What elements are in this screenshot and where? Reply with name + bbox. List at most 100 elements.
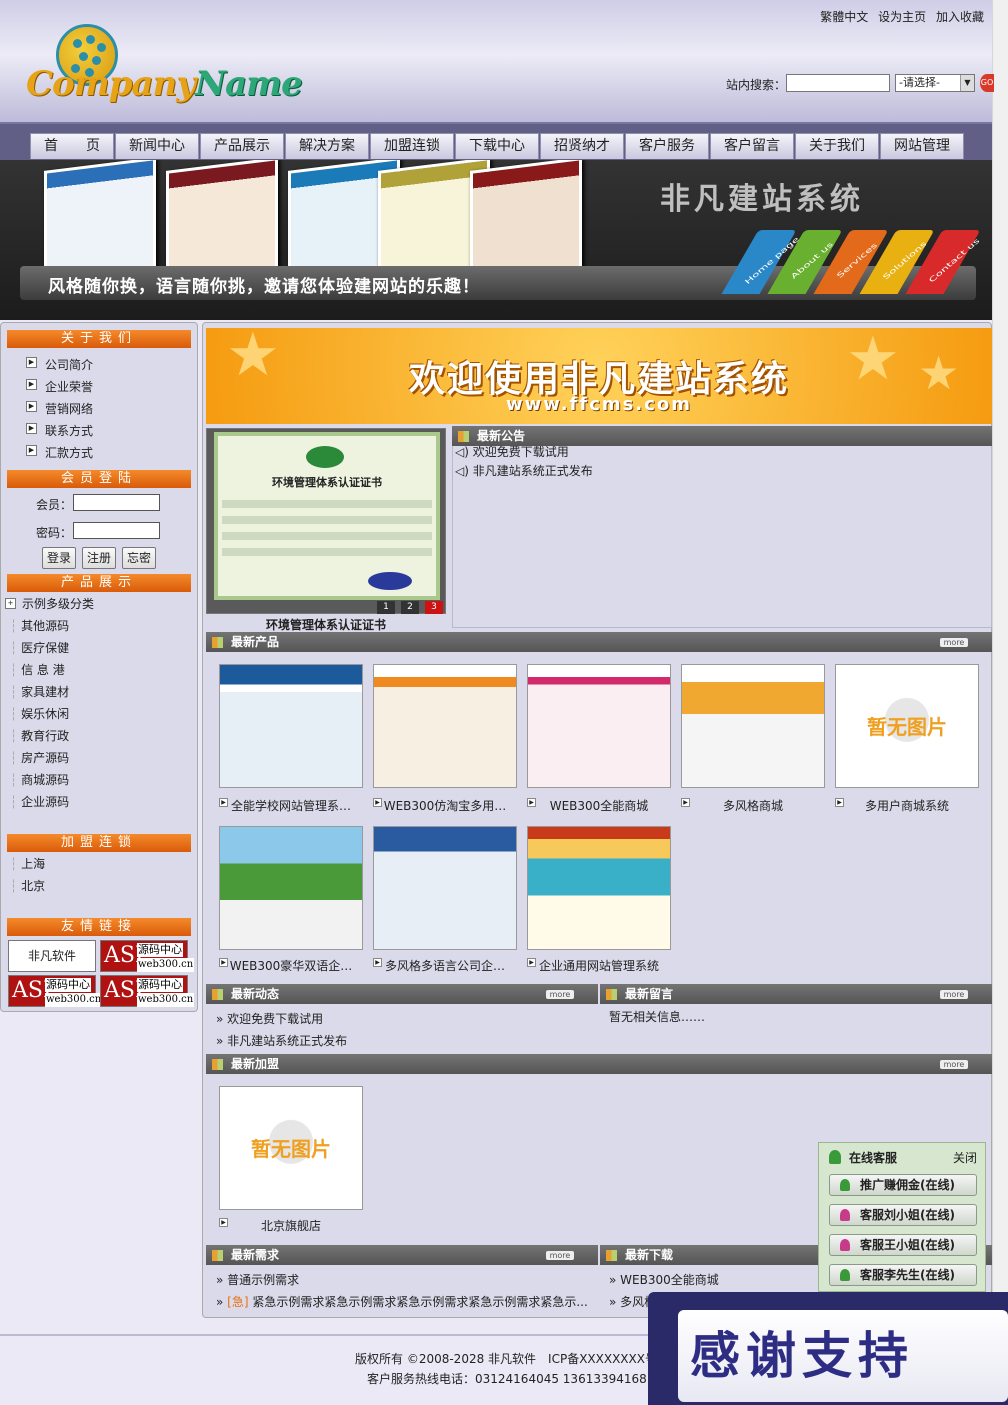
news-item[interactable]: » 非凡建站系统正式发布	[216, 1032, 347, 1049]
service-button-liu[interactable]: 客服刘小姐(在线)	[829, 1204, 977, 1226]
slide-page-3[interactable]: 3	[425, 601, 443, 614]
sidebar-category-other[interactable]: ┆ 其他源码	[10, 617, 69, 634]
sidebar-category-entertainment[interactable]: ┆ 娱乐休闲	[10, 705, 69, 722]
join-more-button[interactable]: more	[940, 1060, 968, 1069]
product-caption-3[interactable]: ▶ WEB300全能商城	[527, 797, 671, 814]
urgent-tag: [急]	[227, 1295, 249, 1309]
product-caption-4[interactable]: ▶ 多风格商城	[681, 797, 825, 814]
messages-more-button[interactable]: more	[940, 990, 968, 999]
asp-logo-url: web300.cn	[45, 993, 103, 1007]
sidebar-category-furniture[interactable]: ┆ 家具建材	[10, 683, 69, 700]
nav-home[interactable]: 首 页	[30, 133, 114, 159]
sidebar-category-realestate[interactable]: ┆ 房产源码	[10, 749, 69, 766]
friend-link-asp-2[interactable]: ASP 源码中心 web300.cn	[8, 975, 103, 1007]
member-input[interactable]	[73, 494, 160, 511]
asp-logo-url: web300.cn	[137, 958, 195, 972]
link-add-favorite[interactable]: 加入收藏	[936, 10, 984, 24]
downloads-title: 最新下载	[625, 1248, 674, 1262]
link-traditional-chinese[interactable]: 繁體中文	[820, 10, 868, 24]
product-thumb-4[interactable]	[681, 664, 825, 788]
search-input[interactable]	[786, 74, 890, 92]
product-caption-2[interactable]: ▶ WEB300仿淘宝多用…	[373, 797, 517, 814]
sidebar-category-education[interactable]: ┆ 教育行政	[10, 727, 69, 744]
service-button-affiliate[interactable]: 推广赚佣金(在线)	[829, 1174, 977, 1196]
nav-solutions[interactable]: 解决方案	[285, 133, 369, 159]
product-thumb-1[interactable]	[219, 664, 363, 788]
search-category-select[interactable]: -请选择- ▼	[895, 74, 975, 92]
demand-item-urgent[interactable]: » [急] 紧急示例需求紧急示例需求紧急示例需求紧急示例需求紧急示...	[216, 1293, 588, 1310]
news-more-button[interactable]: more	[546, 990, 574, 999]
search-label: 站内搜索：	[726, 78, 787, 92]
product-caption-6[interactable]: ▶ WEB300豪华双语企…	[219, 957, 363, 974]
search-go-button[interactable]: GO	[980, 74, 994, 92]
banner-screenshot-1	[44, 160, 156, 283]
sidebar-item-contact[interactable]: ▶ 联系方式	[26, 422, 93, 439]
products-title: 最新产品	[231, 635, 280, 649]
banner-screenshot-5	[470, 160, 582, 283]
logo-part2: Name	[195, 64, 303, 104]
friend-link-feifan[interactable]: 非凡软件	[8, 940, 96, 972]
friend-link-asp-3[interactable]: ASP 源码中心 web300.cn	[100, 975, 195, 1007]
sidebar-category-sample[interactable]: + 示例多级分类	[5, 595, 94, 612]
nav-franchise[interactable]: 加盟连锁	[370, 133, 454, 159]
password-input[interactable]	[73, 522, 160, 539]
slide-page-2[interactable]: 2	[401, 601, 419, 614]
notice-item[interactable]: ◁) 非凡建站系统正式发布	[455, 462, 593, 479]
nav-downloads[interactable]: 下载中心	[455, 133, 539, 159]
product-caption-7[interactable]: ▶ 多风格多语言公司企…	[373, 957, 517, 974]
online-service-panel: 在线客服 关闭 推广赚佣金(在线) 客服刘小姐(在线) 客服王小姐(在线) 客服…	[818, 1142, 986, 1292]
product-thumb-2[interactable]	[373, 664, 517, 788]
product-name: WEB300全能商城	[549, 799, 649, 813]
sidebar-category-medical[interactable]: ┆ 医疗保健	[10, 639, 69, 656]
footer-hotline: 客户服务热线电话：03124164045 13613394168	[367, 1372, 647, 1386]
product-caption-5[interactable]: ▶ 多用户商城系统	[835, 797, 979, 814]
sidebar-category-mall[interactable]: ┆ 商城源码	[10, 771, 69, 788]
nav-admin[interactable]: 网站管理	[880, 133, 964, 159]
products-more-button[interactable]: more	[940, 638, 968, 647]
product-thumb-3[interactable]	[527, 664, 671, 788]
nav-about[interactable]: 关于我们	[795, 133, 879, 159]
product-thumb-6[interactable]	[219, 826, 363, 950]
category-label: 商城源码	[21, 773, 70, 787]
download-item[interactable]: » WEB300全能商城	[609, 1271, 719, 1288]
demand-more-button[interactable]: more	[546, 1251, 574, 1260]
sidebar-item-honors[interactable]: ▶ 企业荣誉	[26, 378, 93, 395]
login-button[interactable]: 登录	[42, 547, 76, 569]
service-close-button[interactable]: 关闭	[953, 1149, 977, 1166]
nav-jobs[interactable]: 招贤纳才	[540, 133, 624, 159]
certificate-image: 环境管理体系认证证书	[214, 432, 440, 600]
arrow-right-icon: ▶	[26, 379, 37, 390]
company-logo-text[interactable]: CompanyName	[26, 64, 303, 104]
sidebar-franchise-beijing[interactable]: ┆ 北京	[10, 877, 45, 894]
sidebar-franchise-shanghai[interactable]: ┆ 上海	[10, 855, 45, 872]
link-set-homepage[interactable]: 设为主页	[878, 10, 926, 24]
slide-page-1[interactable]: 1	[377, 601, 395, 614]
nav-service[interactable]: 客户服务	[625, 133, 709, 159]
product-thumb-5[interactable]: 暂无图片	[835, 664, 979, 788]
nav-guestbook[interactable]: 客户留言	[710, 133, 794, 159]
register-button[interactable]: 注册	[82, 547, 116, 569]
join-thumb[interactable]: 暂无图片	[219, 1086, 363, 1210]
join-caption[interactable]: ▶ 北京旗舰店	[219, 1217, 363, 1234]
certificate-caption: 环境管理体系认证证书	[265, 618, 386, 632]
nav-news[interactable]: 新闻中心	[115, 133, 199, 159]
service-button-wang[interactable]: 客服王小姐(在线)	[829, 1234, 977, 1256]
section-icon	[458, 431, 469, 442]
service-button-li[interactable]: 客服李先生(在线)	[829, 1264, 977, 1286]
sidebar-category-info[interactable]: ┆ 信 息 港	[10, 661, 65, 678]
product-caption-1[interactable]: ▶ 全能学校网站管理系…	[219, 797, 363, 814]
product-thumb-8[interactable]	[527, 826, 671, 950]
product-caption-8[interactable]: ▶ 企业通用网站管理系统	[527, 957, 671, 974]
product-thumb-7[interactable]	[373, 826, 517, 950]
forgot-password-button[interactable]: 忘密	[122, 547, 156, 569]
sidebar-item-company-intro[interactable]: ▶ 公司简介	[26, 356, 93, 373]
demand-item[interactable]: » 普通示例需求	[216, 1271, 299, 1288]
sidebar-category-enterprise[interactable]: ┆ 企业源码	[10, 793, 69, 810]
sidebar-item-payment[interactable]: ▶ 汇款方式	[26, 444, 93, 461]
news-item[interactable]: » 欢迎免费下载试用	[216, 1010, 323, 1027]
notice-item[interactable]: ◁) 欢迎免费下载试用	[455, 446, 569, 460]
page-scrollbar[interactable]	[992, 0, 1008, 1405]
sidebar-item-network[interactable]: ▶ 营销网络	[26, 400, 93, 417]
nav-products[interactable]: 产品展示	[200, 133, 284, 159]
friend-link-asp-1[interactable]: ASP 源码中心 web300.cn	[100, 940, 195, 972]
